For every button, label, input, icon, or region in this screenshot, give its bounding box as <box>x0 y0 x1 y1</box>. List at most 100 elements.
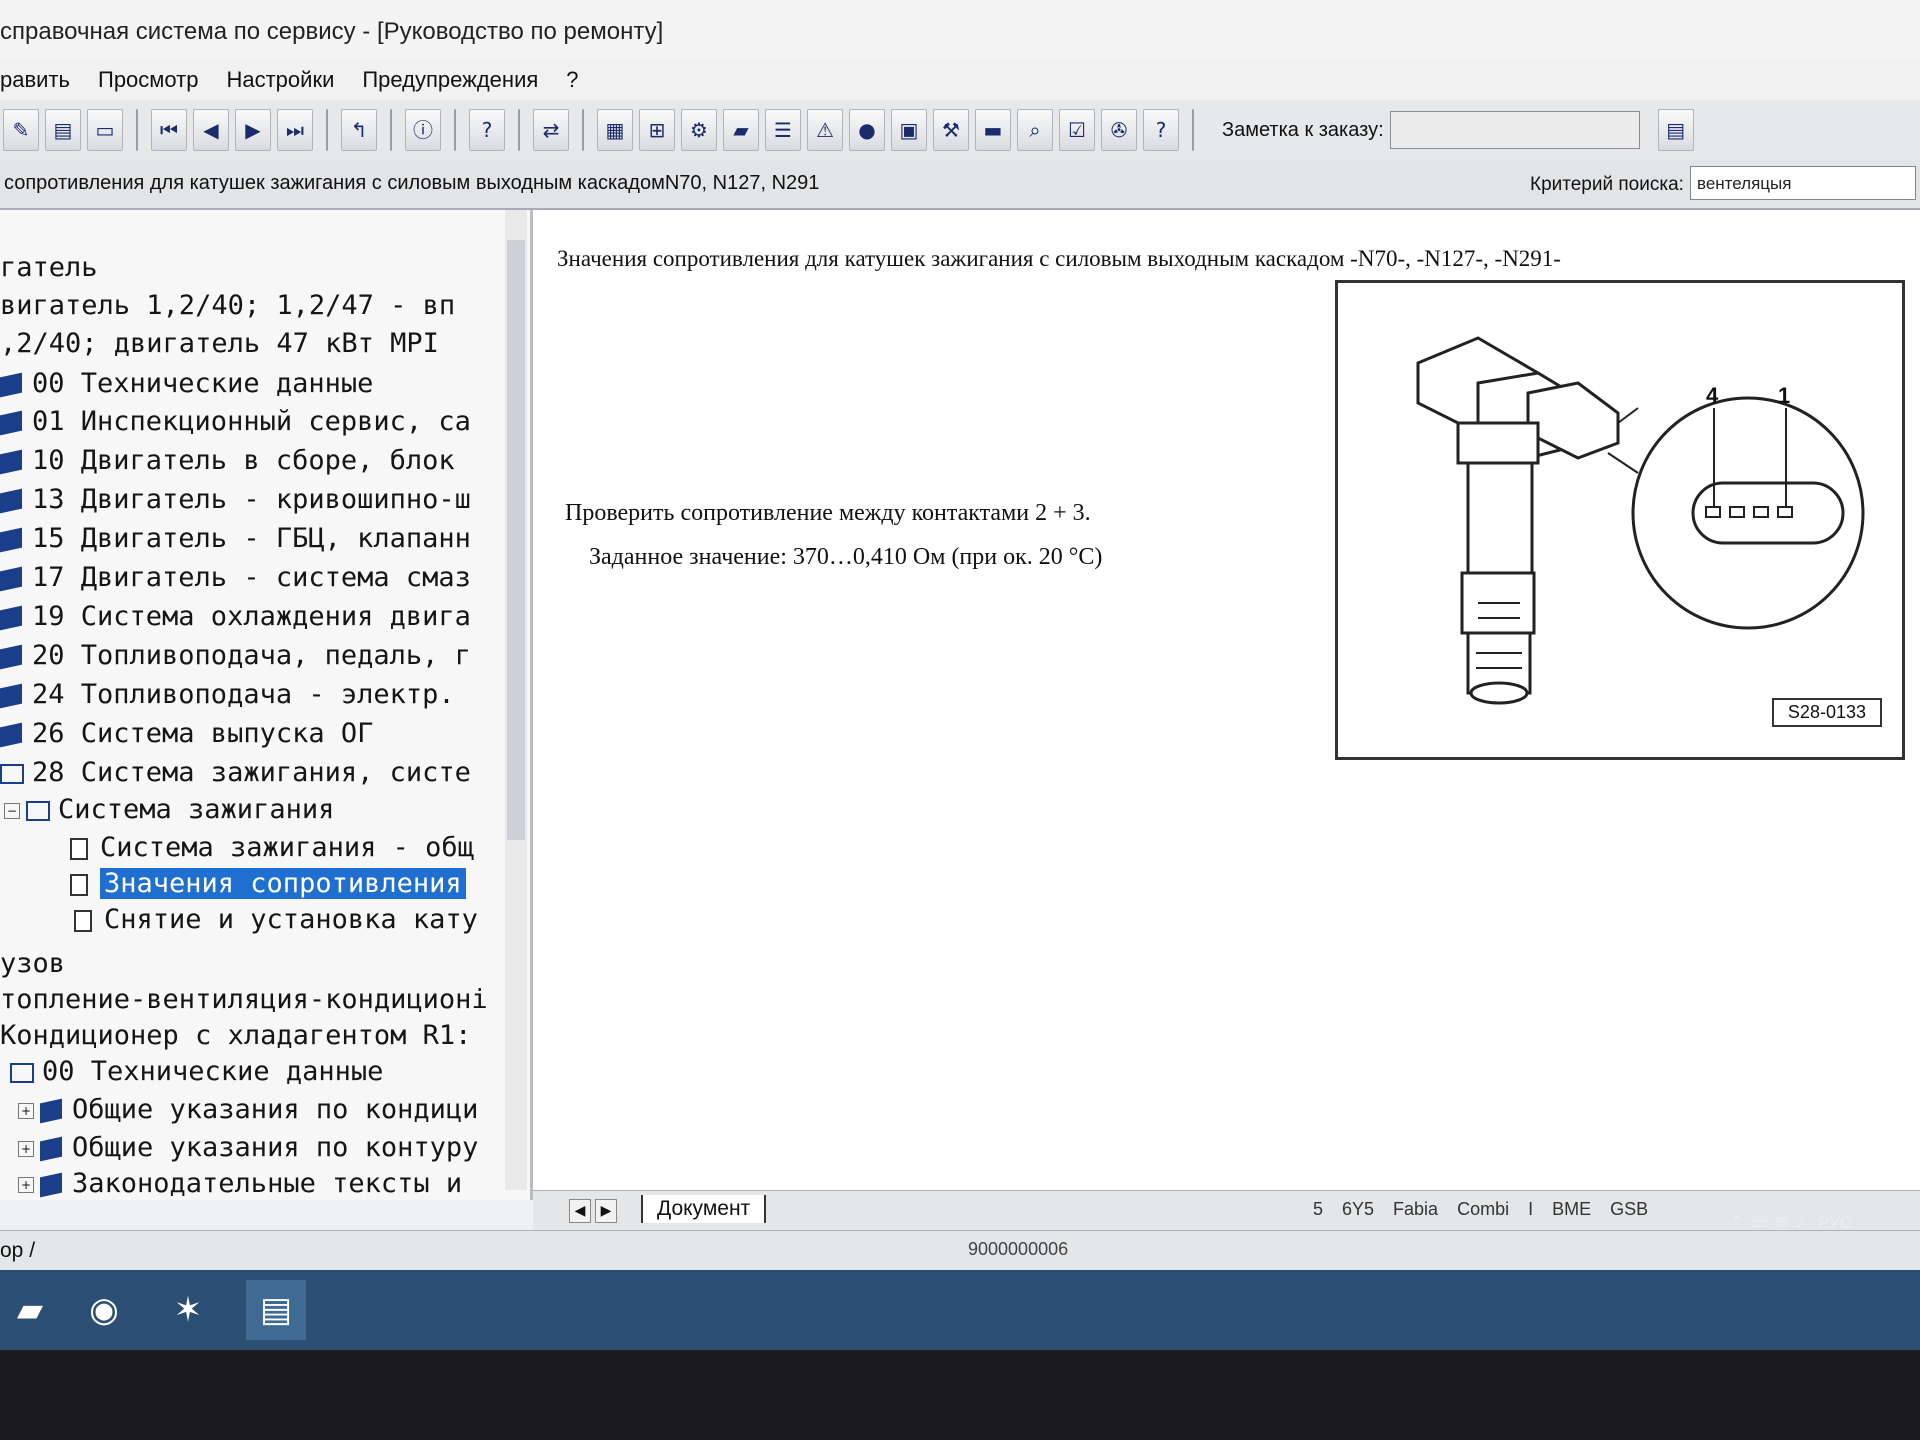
tree-item[interactable]: 20 Топливоподача, педаль, г <box>0 638 471 674</box>
book-icon <box>40 1098 62 1123</box>
expand-icon[interactable]: + <box>18 1140 34 1157</box>
tree-item[interactable]: 24 Топливоподача - электр. <box>0 677 455 713</box>
pin-1-label: 1 <box>1778 383 1791 408</box>
prev-icon[interactable]: ◀ <box>193 109 229 151</box>
last-page-icon[interactable]: ⏭ <box>277 109 313 151</box>
tree-item[interactable]: − Система зажигания <box>4 792 334 828</box>
battery-icon[interactable]: ▭ <box>1751 1212 1774 1232</box>
toolbar-divider <box>136 109 138 151</box>
tree-item[interactable]: 28 Система зажигания, систе <box>0 755 471 791</box>
tree-item-selected[interactable]: Значения сопротивления <box>70 866 466 902</box>
tab-scroll-left-icon[interactable]: ◀ <box>569 1199 591 1223</box>
tree-item[interactable]: топление-вентиляция-кондиционі <box>0 982 488 1018</box>
open-book-icon <box>26 800 50 821</box>
status-left: ор / <box>0 1239 36 1262</box>
list-icon[interactable]: ☰ <box>765 109 801 151</box>
save-icon[interactable]: ▣ <box>891 109 927 151</box>
toolbar: ✎ ▤ ▭ ⏮ ◀ ▶ ⏭ ↰ ⓘ ? ⇄ ▦ ⊞ ⚙ ▰ ☰ ⚠ ● ▣ ⚒ … <box>0 100 1920 161</box>
tree-item[interactable]: 15 Двигатель - ГБЦ, клапанн <box>0 521 471 557</box>
book-icon <box>0 722 22 747</box>
calculator-icon[interactable]: ▦ <box>597 109 633 151</box>
search-criteria-input[interactable]: вентеляцыя <box>1690 166 1916 200</box>
book-icon <box>0 527 22 552</box>
expand-icon[interactable]: + <box>18 1102 34 1119</box>
note-apply-icon[interactable]: ▤ <box>1657 109 1694 151</box>
question-doc-icon[interactable]: ? <box>1143 109 1179 151</box>
tree-item[interactable]: узов <box>0 946 65 982</box>
menu-edit[interactable]: равить <box>0 67 70 93</box>
tree-item[interactable]: Снятие и установка кату <box>74 902 478 938</box>
chrome-icon[interactable]: ◉ <box>74 1280 134 1340</box>
pin-4-label: 4 <box>1706 383 1719 408</box>
tree-item[interactable]: + Общие указания по кондици <box>18 1092 478 1128</box>
app-icon[interactable]: ✶ <box>158 1280 218 1340</box>
expand-icon[interactable]: + <box>18 1176 34 1193</box>
first-page-icon[interactable]: ⏮ <box>151 109 187 151</box>
collapse-icon[interactable]: − <box>4 802 20 819</box>
tree-scrollbar-thumb[interactable] <box>507 240 525 840</box>
swap-icon[interactable]: ⇄ <box>533 109 569 151</box>
system-tray: ⌃▭≋♪ РУС <box>1730 1212 1852 1233</box>
app-screen: справочная система по сервису - [Руковод… <box>0 0 1920 1350</box>
vehicle-icon[interactable]: ▬ <box>975 109 1011 151</box>
order-note-input[interactable] <box>1389 111 1640 149</box>
tab-document[interactable]: Документ <box>641 1195 767 1223</box>
wifi-icon[interactable]: ≋ <box>1774 1212 1795 1232</box>
tree-item[interactable]: 00 Технические данные <box>10 1054 383 1090</box>
toolbar-divider <box>518 109 520 151</box>
search-vehicle-icon[interactable]: ⌕ <box>1017 109 1053 151</box>
globe-icon[interactable]: ● <box>849 109 885 151</box>
open-book-icon <box>10 1062 34 1083</box>
tree-item[interactable]: Система зажигания - общ <box>70 830 474 866</box>
tree-item[interactable]: + Общие указания по контуру <box>18 1130 478 1166</box>
document-pane: Значения сопротивления для катушек зажиг… <box>533 210 1920 1200</box>
car-icon[interactable]: ▭ <box>87 109 123 151</box>
toolbar-divider <box>390 109 392 151</box>
menu-view[interactable]: Просмотр <box>98 67 198 93</box>
book-icon[interactable]: ▰ <box>723 109 759 151</box>
tree-item[interactable]: 26 Система выпуска ОГ <box>0 716 373 752</box>
tree-item[interactable]: + Законодательные тексты и <box>18 1166 462 1200</box>
volume-icon[interactable]: ♪ <box>1795 1212 1810 1232</box>
menu-help[interactable]: ? <box>566 67 578 93</box>
tab-scroll-right-icon[interactable]: ▶ <box>595 1199 617 1223</box>
next-icon[interactable]: ▶ <box>235 109 271 151</box>
help-icon[interactable]: ? <box>469 109 505 151</box>
info-icon[interactable]: ⓘ <box>405 109 441 151</box>
grid-icon[interactable]: ⊞ <box>639 109 675 151</box>
tree-item[interactable]: 17 Двигатель - система смаз <box>0 560 471 596</box>
service-app-icon[interactable]: ▤ <box>246 1280 306 1340</box>
wrench-icon[interactable]: ✇ <box>1101 109 1137 151</box>
tree-item[interactable]: гатель <box>0 250 98 286</box>
language-indicator[interactable]: РУС <box>1818 1213 1852 1232</box>
engine-icon[interactable]: ⚙ <box>681 109 717 151</box>
open-book-icon <box>0 763 24 784</box>
tree-item[interactable]: 19 Система охлаждения двига <box>0 599 471 635</box>
vehicle-info: 5 6Y5 Fabia Combi I BME GSB <box>1313 1199 1649 1219</box>
tree-scrollbar[interactable] <box>505 210 527 1190</box>
tree-item[interactable]: 10 Двигатель в сборе, блок <box>0 443 455 479</box>
tree-item[interactable]: 00 Технические данные <box>0 366 373 402</box>
file-explorer-icon[interactable]: ▰ <box>0 1280 60 1340</box>
tree-item[interactable]: 01 Инспекционный сервис, са <box>0 404 471 440</box>
status-bar: ор / 9000000006 <box>0 1230 1920 1271</box>
edit-icon[interactable]: ✎ <box>3 109 39 151</box>
tree-item[interactable]: вигатель 1,2/40; 1,2/47 - вп <box>0 288 455 324</box>
tree-item[interactable]: Кондиционер с хладагентом R1: <box>0 1018 471 1054</box>
figure-code: S28-0133 <box>1771 698 1882 727</box>
tree-item[interactable]: ,2/40; двигатель 47 кВт MPI <box>0 326 439 362</box>
menu-warnings[interactable]: Предупреждения <box>362 67 538 93</box>
document-icon[interactable]: ▤ <box>45 109 81 151</box>
menu-bar: равить Просмотр Настройки Предупреждения… <box>0 60 1920 100</box>
book-icon <box>0 449 22 474</box>
menu-settings[interactable]: Настройки <box>226 67 334 93</box>
tree-item[interactable]: 13 Двигатель - кривошипно-ш <box>0 482 471 518</box>
checklist-icon[interactable]: ☑ <box>1059 109 1095 151</box>
book-icon <box>0 566 22 591</box>
book-icon <box>40 1136 62 1161</box>
warning-icon[interactable]: ⚠ <box>807 109 843 151</box>
chevron-up-icon[interactable]: ⌃ <box>1730 1212 1751 1232</box>
tool-icon[interactable]: ⚒ <box>933 109 969 151</box>
back-icon[interactable]: ↰ <box>341 109 377 151</box>
document-title: Значения сопротивления для катушек зажиг… <box>557 246 1561 271</box>
